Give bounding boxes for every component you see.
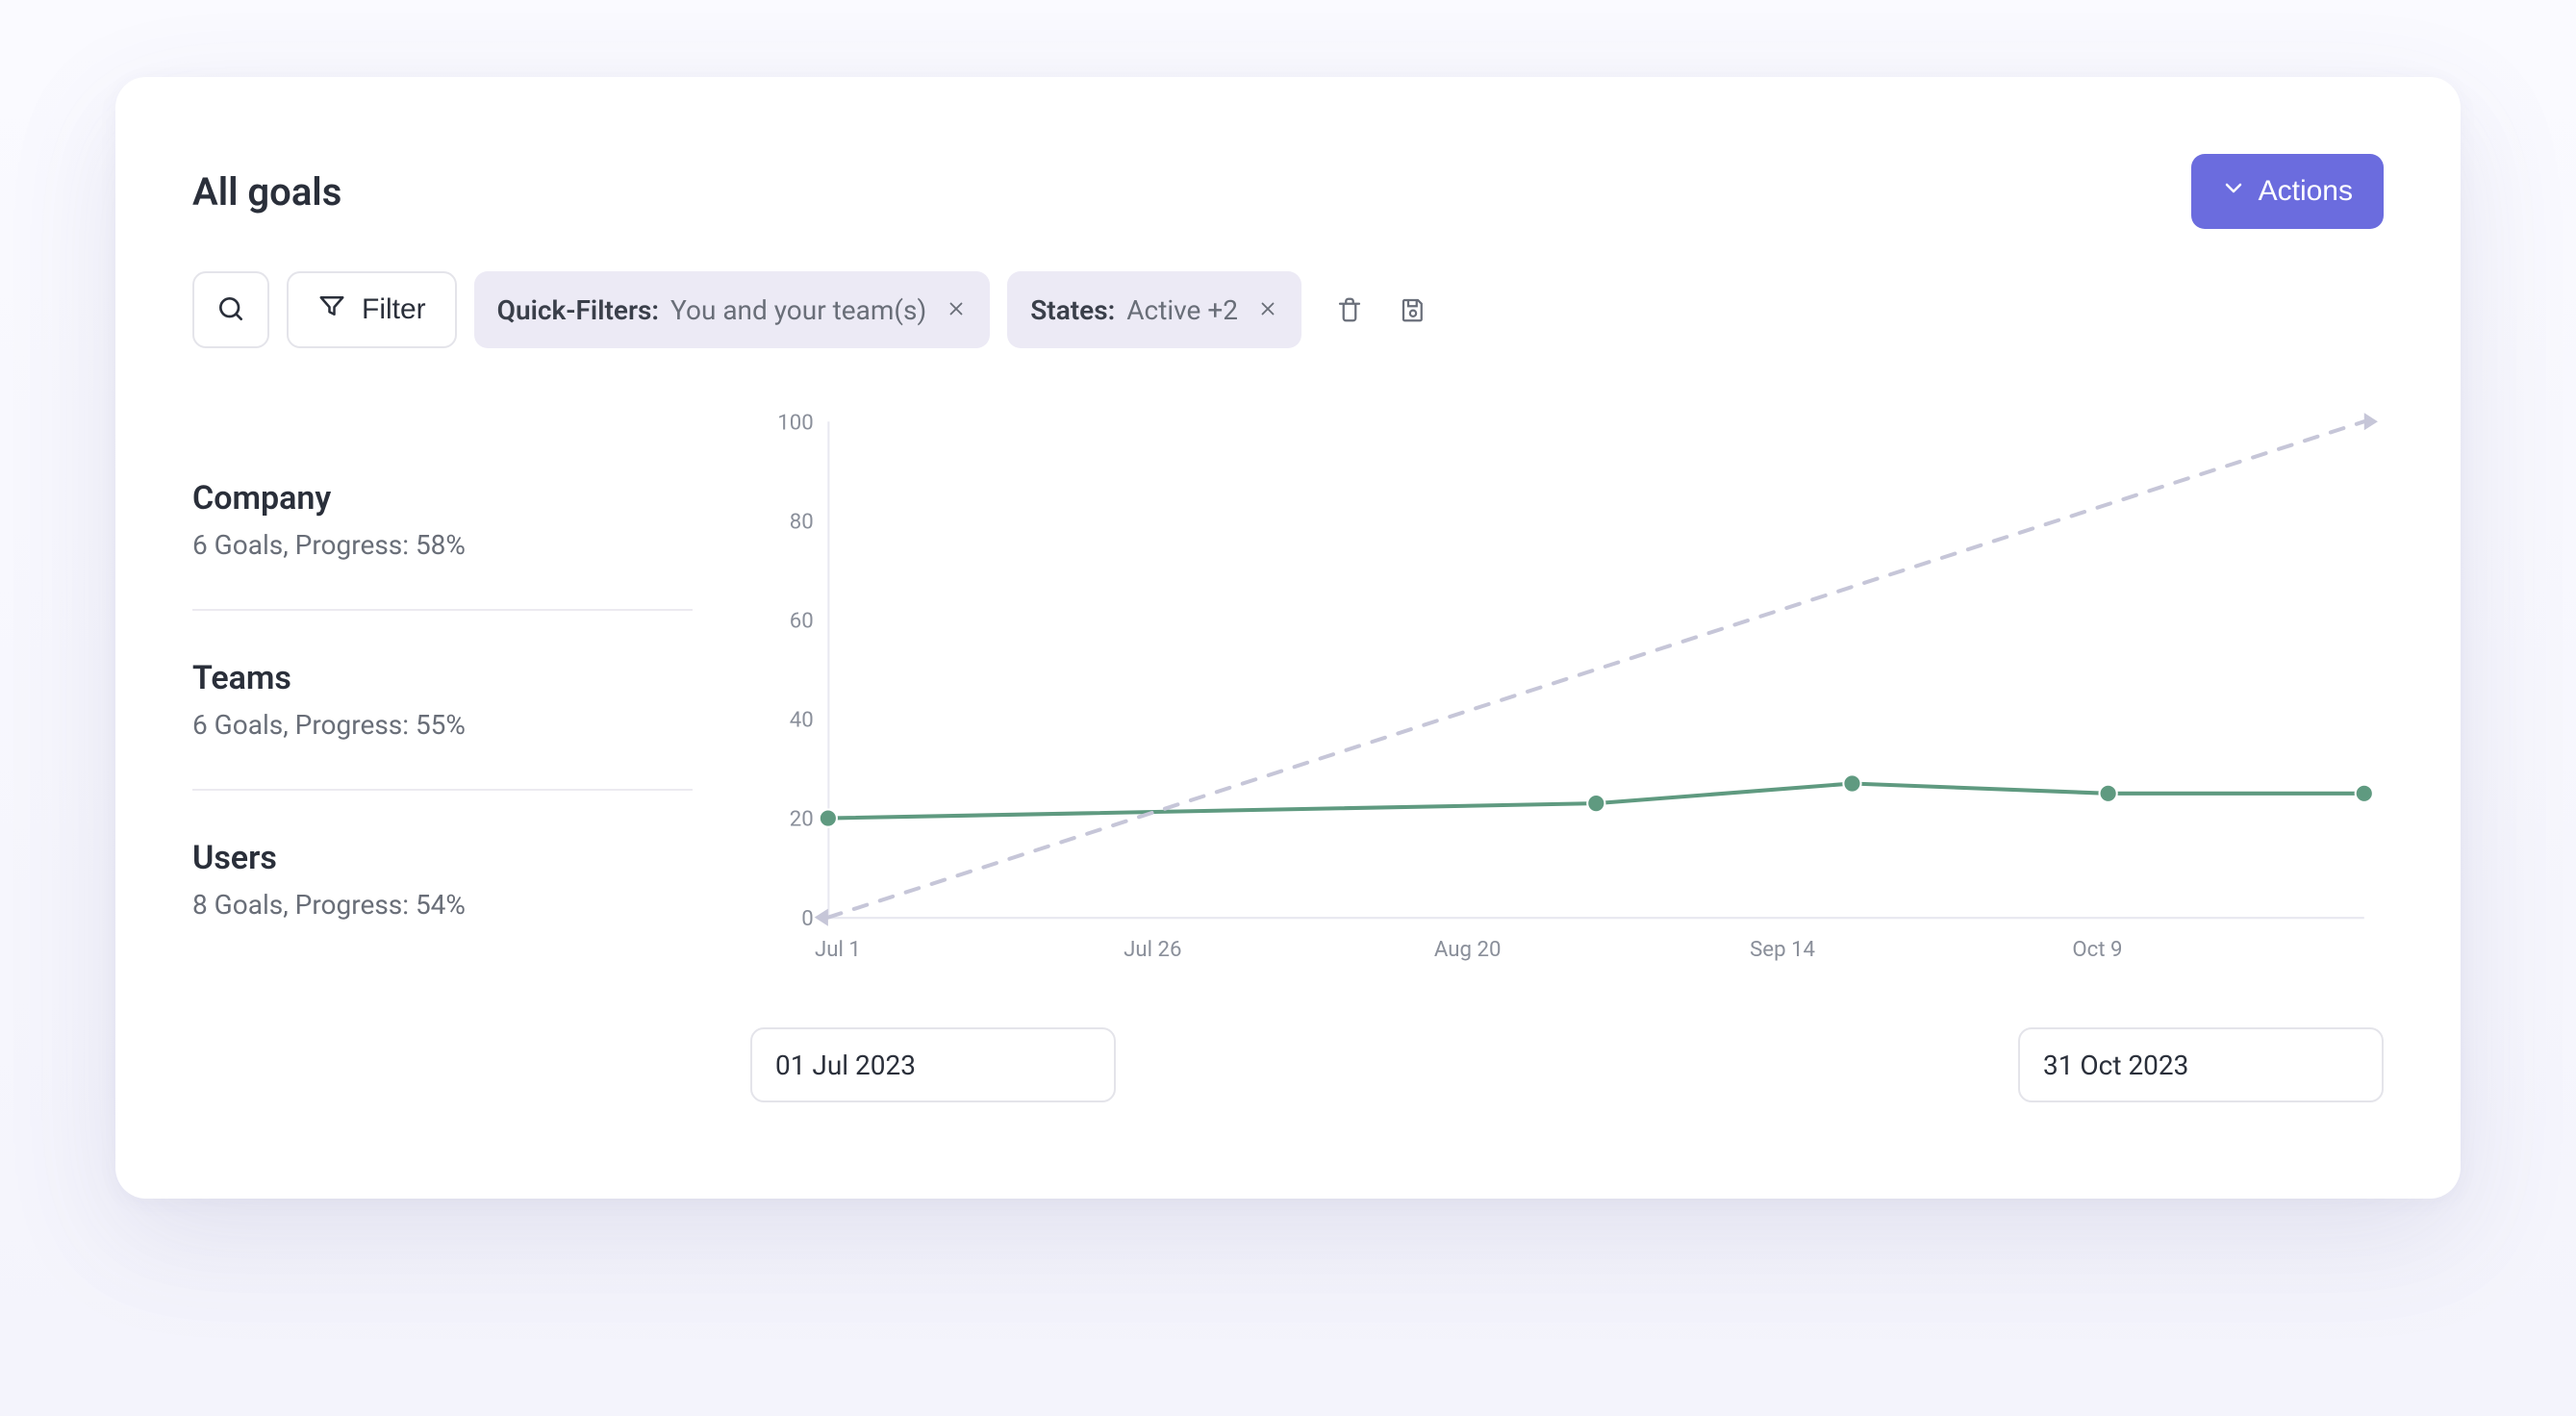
chart-area: 0 20 40 60 80 100 Jul 1 Jul 26 Aug 20 Sep 14 Oct 9…: [750, 402, 2384, 1102]
goals-card: All goals Actions Filter Qu: [115, 77, 2461, 1199]
svg-text:Jul 1: Jul 1: [815, 937, 861, 962]
date-end-input[interactable]: 31 Oct 2023: [2018, 1027, 2384, 1102]
chip-value: You and your team(s): [670, 294, 926, 326]
svg-text:Sep 14: Sep 14: [1750, 937, 1815, 962]
svg-text:Jul 26: Jul 26: [1124, 937, 1181, 962]
sidebar: Company 6 Goals, Progress: 58% Teams 6 G…: [192, 402, 693, 1102]
sidebar-item-teams[interactable]: Teams 6 Goals, Progress: 55%: [192, 659, 693, 791]
actions-button[interactable]: Actions: [2191, 154, 2384, 229]
date-start-value: 01 Jul 2023: [775, 1049, 916, 1081]
filter-button[interactable]: Filter: [287, 271, 457, 348]
trash-icon[interactable]: [1334, 294, 1365, 325]
svg-text:Oct 9: Oct 9: [2072, 937, 2122, 962]
search-icon: [215, 293, 246, 327]
svg-text:20: 20: [790, 807, 814, 832]
sidebar-item-subtitle: 6 Goals, Progress: 55%: [192, 709, 693, 741]
save-icon[interactable]: [1398, 294, 1428, 325]
close-icon[interactable]: [946, 294, 967, 326]
close-icon[interactable]: [1257, 294, 1278, 326]
svg-text:60: 60: [790, 608, 814, 633]
page-title: All goals: [192, 169, 341, 215]
sidebar-item-users[interactable]: Users 8 Goals, Progress: 54%: [192, 839, 693, 969]
toolbar: Filter Quick-Filters: You and your team(…: [192, 271, 2384, 348]
header-row: All goals Actions: [192, 154, 2384, 229]
date-end-value: 31 Oct 2023: [2043, 1049, 2188, 1081]
chip-value: Active +2: [1126, 294, 1238, 326]
chevron-down-icon: [2222, 175, 2245, 208]
filter-chip-states[interactable]: States: Active +2: [1007, 271, 1301, 348]
filter-label: Filter: [362, 293, 426, 326]
progress-chart: 0 20 40 60 80 100 Jul 1 Jul 26 Aug 20 Sep 14 Oct 9: [750, 402, 2384, 985]
svg-text:Aug 20: Aug 20: [1434, 937, 1502, 962]
sidebar-item-title: Teams: [192, 659, 693, 697]
search-button[interactable]: [192, 271, 269, 348]
svg-text:0: 0: [801, 906, 814, 931]
chip-label: States:: [1030, 294, 1115, 326]
svg-text:100: 100: [777, 410, 813, 435]
filter-chip-quick-filters[interactable]: Quick-Filters: You and your team(s): [474, 271, 991, 348]
sidebar-item-subtitle: 8 Goals, Progress: 54%: [192, 889, 693, 921]
sidebar-item-title: Company: [192, 479, 693, 518]
content: Company 6 Goals, Progress: 58% Teams 6 G…: [192, 402, 2384, 1102]
date-range-row: 01 Jul 2023 31 Oct 2023: [750, 1027, 2384, 1102]
filter-icon: [317, 291, 346, 328]
chip-label: Quick-Filters:: [497, 294, 659, 326]
actions-label: Actions: [2259, 175, 2353, 208]
svg-text:80: 80: [790, 509, 814, 534]
sidebar-item-title: Users: [192, 839, 693, 877]
svg-text:40: 40: [790, 708, 814, 733]
sidebar-item-subtitle: 6 Goals, Progress: 58%: [192, 529, 693, 561]
date-start-input[interactable]: 01 Jul 2023: [750, 1027, 1116, 1102]
sidebar-item-company[interactable]: Company 6 Goals, Progress: 58%: [192, 479, 693, 611]
